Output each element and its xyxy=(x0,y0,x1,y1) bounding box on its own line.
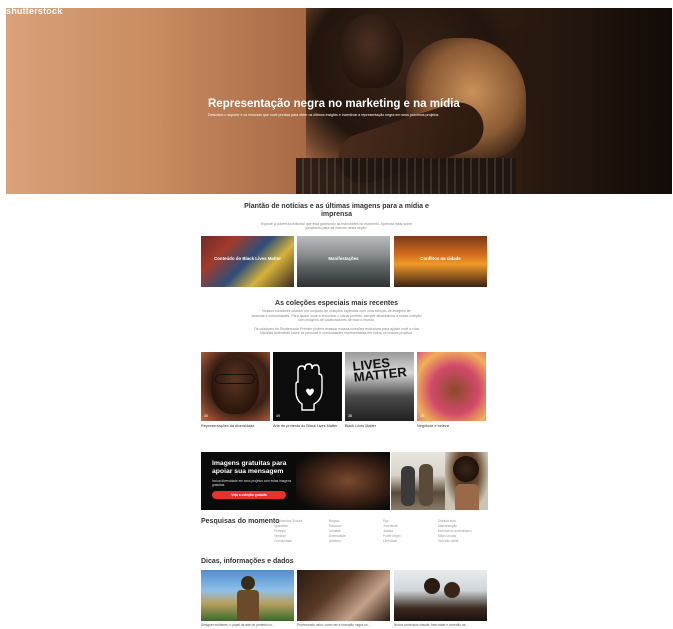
free-images-promo: Imagens gratuitas para apoiar sua mensag… xyxy=(201,452,390,510)
collection-card-black-beauty[interactable]: 25 xyxy=(417,352,486,421)
raised-fist-icon xyxy=(295,363,323,411)
news-desc-line-2: jornalismo para as marcas nesta seção. xyxy=(305,226,368,230)
tips-section-title: Dicas, informações e dados xyxy=(201,558,294,565)
protest-sign-line-2: MATTER xyxy=(352,364,408,385)
tip-caption[interactable]: Designer mulheres: o papel da arte de pr… xyxy=(201,623,275,627)
hair-silhouette xyxy=(453,456,479,482)
trending-column-3: Paz Juventude Justiça Poder negro Liberd… xyxy=(383,519,401,544)
news-card-manifestacoes[interactable]: Manifestações xyxy=(297,236,390,287)
trending-column-1: Movimentos Sociais Igualdade Protesto Ve… xyxy=(274,519,302,544)
collection-caption[interactable]: Black Lives Matter xyxy=(345,424,376,428)
person-silhouette xyxy=(419,464,433,506)
collection-card-black-lives-matter[interactable]: LIVES MATTER 38 xyxy=(345,352,414,421)
collection-caption[interactable]: Arte de protesto do Black Lives Matter xyxy=(273,424,337,428)
statue-head xyxy=(241,576,255,590)
protest-sign: LIVES MATTER xyxy=(352,355,408,385)
news-section-title: Plantão de notícias e as últimas imagens… xyxy=(0,203,673,219)
collection-count-badge: 25 xyxy=(420,414,424,418)
trending-link[interactable]: Ativismo xyxy=(329,539,346,544)
glasses-icon xyxy=(215,374,255,384)
hero-subtitle: Descubra o suporte e os recursos que voc… xyxy=(208,113,440,117)
trending-column-4: Direitos civis Manifestação Movimento an… xyxy=(438,519,472,544)
hero-photo-head xyxy=(341,14,403,88)
trending-link[interactable]: Liberdade xyxy=(383,539,401,544)
news-description: Explore a cobertura editorial que está g… xyxy=(230,222,443,230)
hero-title: Representação negra no marketing e na mí… xyxy=(208,98,460,110)
person-head xyxy=(424,578,440,594)
promo-photo-man xyxy=(296,452,390,510)
news-card-black-lives-matter[interactable]: Conteúdo do Black Lives Matter xyxy=(201,236,294,287)
collections-desc-line-5: histórias autênticas sobre as pessoas e … xyxy=(260,331,413,336)
person-head xyxy=(444,582,460,598)
news-card-conflitos[interactable]: Conflitos na cidade xyxy=(394,236,487,287)
collection-card-protest-art[interactable]: 49 xyxy=(273,352,342,421)
shutterstock-logo[interactable]: shutterstock xyxy=(6,6,62,16)
person-silhouette xyxy=(401,466,415,506)
tip-card-family[interactable] xyxy=(297,570,390,621)
body-silhouette xyxy=(455,484,479,510)
portrait-face xyxy=(211,358,259,414)
tip-card-statue[interactable] xyxy=(201,570,294,621)
promo-photo-couple xyxy=(391,452,445,510)
promo-title: Imagens gratuitas para apoiar sua mensag… xyxy=(212,460,287,475)
collection-count-badge: 49 xyxy=(276,414,280,418)
collection-caption[interactable]: Negritude e beleza xyxy=(417,424,449,428)
trending-link[interactable]: Comunidade xyxy=(274,539,302,544)
news-card-label: Conteúdo do Black Lives Matter xyxy=(214,256,281,261)
news-card-label: Manifestações xyxy=(328,256,359,261)
collection-count-badge: 30 xyxy=(204,414,208,418)
promo-photo-woman xyxy=(445,452,488,510)
view-free-collection-button[interactable]: Veja a coleção gratuita xyxy=(212,491,286,499)
hero-banner: Representação negra no marketing e na mí… xyxy=(6,8,672,194)
collections-section-title: As coleções especiais mais recentes xyxy=(275,300,398,307)
news-card-label: Conflitos na cidade xyxy=(420,256,461,261)
collection-caption[interactable]: Representações da diversidade xyxy=(201,424,254,428)
collections-description: Nossos curadores criaram um conjunto de … xyxy=(224,309,449,336)
statue-body xyxy=(237,590,259,621)
trending-searches-title: Pesquisas do momento xyxy=(201,518,280,525)
news-title-line-2: imprensa xyxy=(320,211,353,218)
trending-link[interactable]: Inclusão racial xyxy=(438,539,472,544)
tip-caption[interactable]: Novos conteúdos visuais: bem-estar e con… xyxy=(394,623,468,627)
collection-count-badge: 38 xyxy=(348,414,352,418)
tip-caption[interactable]: Promovendo valor: como ver a inovação ne… xyxy=(297,623,370,627)
collection-card-diversity[interactable]: 30 xyxy=(201,352,270,421)
tip-card-couple[interactable] xyxy=(394,570,487,621)
promo-description: Inclua diversidade em seus projetos com … xyxy=(212,479,292,487)
hero-photo-keyboard xyxy=(296,158,516,194)
news-title-line-1: Plantão de notícias e as últimas imagens… xyxy=(244,203,429,210)
trending-column-2: Negros Racismo Unidade Diversidade Ativi… xyxy=(329,519,346,544)
